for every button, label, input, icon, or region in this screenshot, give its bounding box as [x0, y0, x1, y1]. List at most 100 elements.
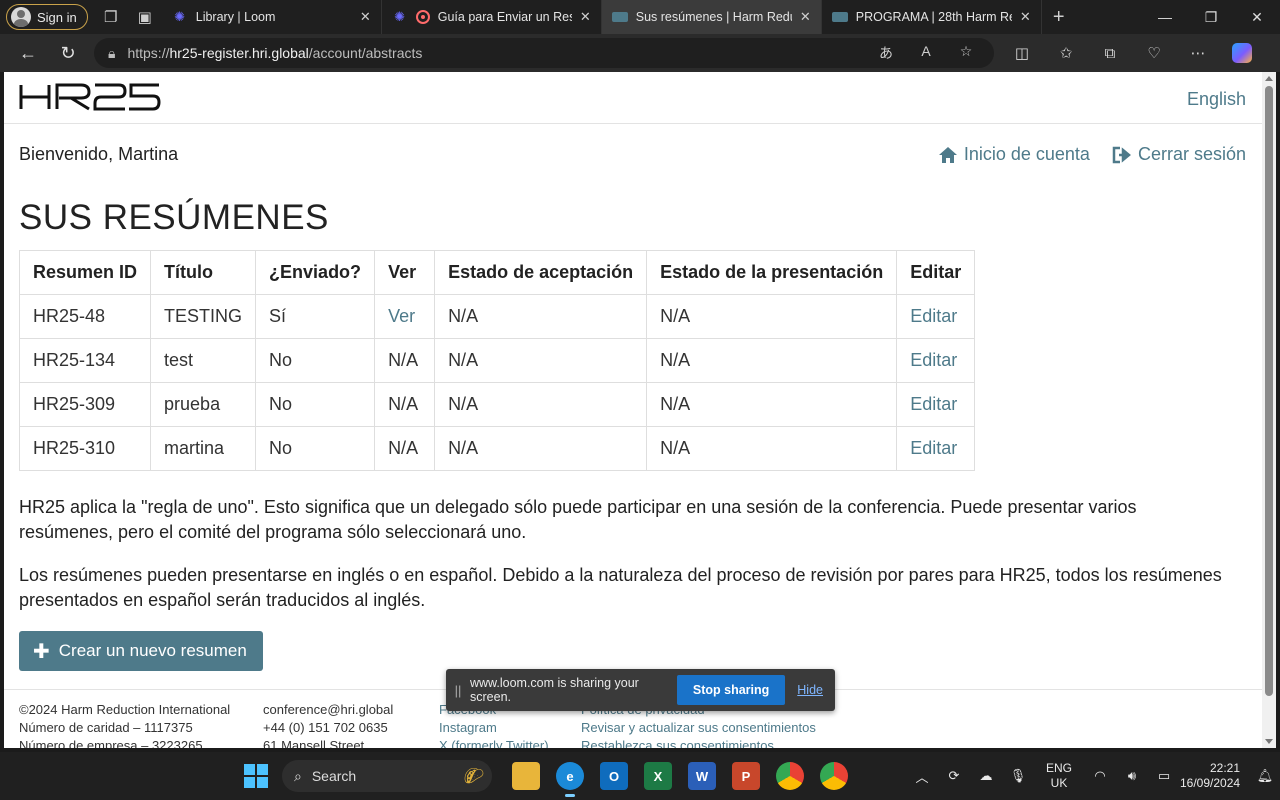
- onedrive-icon[interactable]: ☁: [970, 768, 1002, 784]
- abstract-id: HR25-48: [18, 294, 152, 339]
- search-label: Search: [311, 768, 357, 784]
- edge-icon[interactable]: e: [556, 762, 584, 797]
- tab-title: PROGRAMA | 28th Harm Redu: [855, 10, 1012, 24]
- sign-in-label: Sign in: [37, 9, 77, 25]
- refresh-icon[interactable]: ↻: [48, 34, 88, 72]
- notification-bell-icon[interactable]: 🔔︎: [1250, 768, 1280, 784]
- edit-link[interactable]: Editar: [910, 394, 957, 414]
- footer-address: 61 Mansell Street: [263, 738, 365, 748]
- sync-icon[interactable]: ⟳: [938, 768, 970, 784]
- volume-icon[interactable]: 🔊︎: [1116, 768, 1148, 784]
- rule-of-one-text: HR25 aplica la "regla de uno". Esto sign…: [19, 497, 1137, 542]
- workspaces-icon[interactable]: ❐: [94, 0, 128, 34]
- excel-icon[interactable]: X: [644, 762, 672, 790]
- create-abstract-button[interactable]: ✚ Crear un nuevo resumen: [19, 631, 263, 671]
- reset-consents-link[interactable]: Restablezca sus consentimientos: [581, 737, 816, 748]
- file-explorer-icon[interactable]: [512, 762, 540, 790]
- scrollbar-thumb[interactable]: [1265, 86, 1273, 696]
- presentation-status: N/A: [646, 426, 898, 471]
- abstract-id: HR25-309: [18, 382, 152, 427]
- split-screen-icon[interactable]: ◫: [1000, 34, 1044, 72]
- stop-sharing-button[interactable]: Stop sharing: [676, 675, 786, 705]
- column-header: Resumen ID: [18, 250, 152, 295]
- favorite-star-icon[interactable]: ☆: [948, 43, 984, 63]
- language-link[interactable]: English: [1187, 89, 1246, 110]
- acceptance-status: N/A: [434, 294, 648, 339]
- footer-charity-number: Número de caridad – 1117375: [19, 720, 193, 735]
- scroll-down-icon[interactable]: [1265, 739, 1273, 744]
- microphone-icon[interactable]: 🎙︎: [1002, 768, 1034, 784]
- minimize-icon[interactable]: —: [1142, 0, 1188, 34]
- instagram-link[interactable]: Instagram: [439, 719, 549, 737]
- chrome-profile-icon[interactable]: [820, 762, 848, 790]
- footer-copyright: ©2024 Harm Reduction International: [19, 702, 231, 717]
- powerpoint-icon[interactable]: P: [732, 762, 760, 790]
- abstract-sent: No: [255, 338, 376, 383]
- view-link[interactable]: Ver: [388, 306, 415, 326]
- tab-library-loom[interactable]: ✺ Library | Loom ✕: [162, 0, 382, 34]
- favorites-icon[interactable]: ✩: [1044, 34, 1088, 72]
- view-na: N/A: [374, 426, 436, 471]
- copilot-icon[interactable]: [1220, 34, 1264, 72]
- word-icon[interactable]: W: [688, 762, 716, 790]
- chevron-up-icon[interactable]: ︿: [906, 767, 938, 786]
- column-header: Ver: [374, 250, 436, 295]
- loom-sharing-bar: || www.loom.com is sharing your screen. …: [446, 669, 835, 711]
- tab-guia[interactable]: ✺ Guía para Enviar un Resu ✕: [382, 0, 602, 34]
- clock[interactable]: 22:21 16/09/2024: [1180, 761, 1240, 791]
- back-icon[interactable]: ←: [8, 34, 48, 72]
- presentation-status: N/A: [646, 382, 898, 427]
- windows-start-icon[interactable]: [244, 764, 268, 788]
- read-aloud-icon[interactable]: A: [908, 43, 944, 63]
- close-tab-icon[interactable]: ✕: [1020, 9, 1031, 25]
- tab-programa[interactable]: PROGRAMA | 28th Harm Redu ✕: [822, 0, 1042, 34]
- chrome-icon[interactable]: [776, 762, 804, 790]
- account-nav: Inicio de cuenta Cerrar sesión: [938, 144, 1246, 165]
- table-header-row: Resumen ID Título ¿Enviado? Ver Estado d…: [18, 250, 976, 295]
- view-na: N/A: [374, 382, 436, 427]
- acceptance-status: N/A: [434, 382, 648, 427]
- tab-actions-icon[interactable]: ▣: [128, 0, 162, 34]
- web-page: English Bienvenido, Martina Inicio de cu…: [4, 72, 1262, 748]
- outlook-icon[interactable]: O: [600, 762, 628, 790]
- battery-icon[interactable]: ▭: [1148, 768, 1180, 784]
- close-tab-icon[interactable]: ✕: [580, 9, 591, 25]
- edit-link[interactable]: Editar: [910, 438, 957, 458]
- search-highlight-icon: 🌮︎: [463, 768, 484, 785]
- browser-essentials-icon[interactable]: ♡: [1132, 34, 1176, 72]
- tab-sus-resumenes[interactable]: Sus resúmenes | Harm Reduct ✕: [601, 0, 822, 34]
- logout-label: Cerrar sesión: [1137, 144, 1246, 164]
- collections-icon[interactable]: ⧉: [1088, 34, 1132, 72]
- close-window-icon[interactable]: ✕: [1234, 0, 1280, 34]
- logout-link[interactable]: Cerrar sesión: [1112, 144, 1246, 165]
- column-header: Editar: [896, 250, 976, 295]
- sign-in-button[interactable]: Sign in: [6, 4, 88, 30]
- url-field[interactable]: 🔒︎ https://hr25-register.hri.global/acco…: [94, 38, 994, 68]
- review-consents-link[interactable]: Revisar y actualizar sus consentimientos: [581, 719, 816, 737]
- hide-link[interactable]: Hide: [797, 683, 823, 697]
- hr25-favicon: [831, 9, 848, 25]
- presentation-status: N/A: [646, 338, 898, 383]
- scroll-up-icon[interactable]: [1265, 76, 1273, 81]
- drag-handle-icon[interactable]: ||: [446, 683, 470, 698]
- abstract-title: test: [150, 338, 257, 383]
- wifi-icon[interactable]: ◠: [1084, 768, 1116, 784]
- restore-icon[interactable]: ❐: [1188, 0, 1234, 34]
- input-language-indicator[interactable]: ENG UK: [1034, 761, 1084, 791]
- translate-icon[interactable]: あ: [868, 43, 904, 63]
- page-scrollbar[interactable]: [1262, 72, 1276, 748]
- more-menu-icon[interactable]: ⋯: [1176, 34, 1220, 72]
- abstract-sent: Sí: [255, 294, 376, 339]
- abstract-sent: No: [255, 426, 376, 471]
- taskbar-search[interactable]: ⌕ Search 🌮︎: [282, 760, 492, 792]
- close-tab-icon[interactable]: ✕: [800, 9, 811, 25]
- edit-link[interactable]: Editar: [910, 350, 957, 370]
- x-twitter-link[interactable]: X (formerly Twitter): [439, 737, 549, 748]
- account-home-link[interactable]: Inicio de cuenta: [938, 144, 1090, 165]
- hr25-logo[interactable]: [19, 83, 161, 111]
- edit-link[interactable]: Editar: [910, 306, 957, 326]
- presentation-status: N/A: [646, 294, 898, 339]
- new-tab-icon[interactable]: +: [1042, 0, 1076, 34]
- tab-title: Library | Loom: [195, 10, 276, 24]
- close-tab-icon[interactable]: ✕: [360, 9, 371, 25]
